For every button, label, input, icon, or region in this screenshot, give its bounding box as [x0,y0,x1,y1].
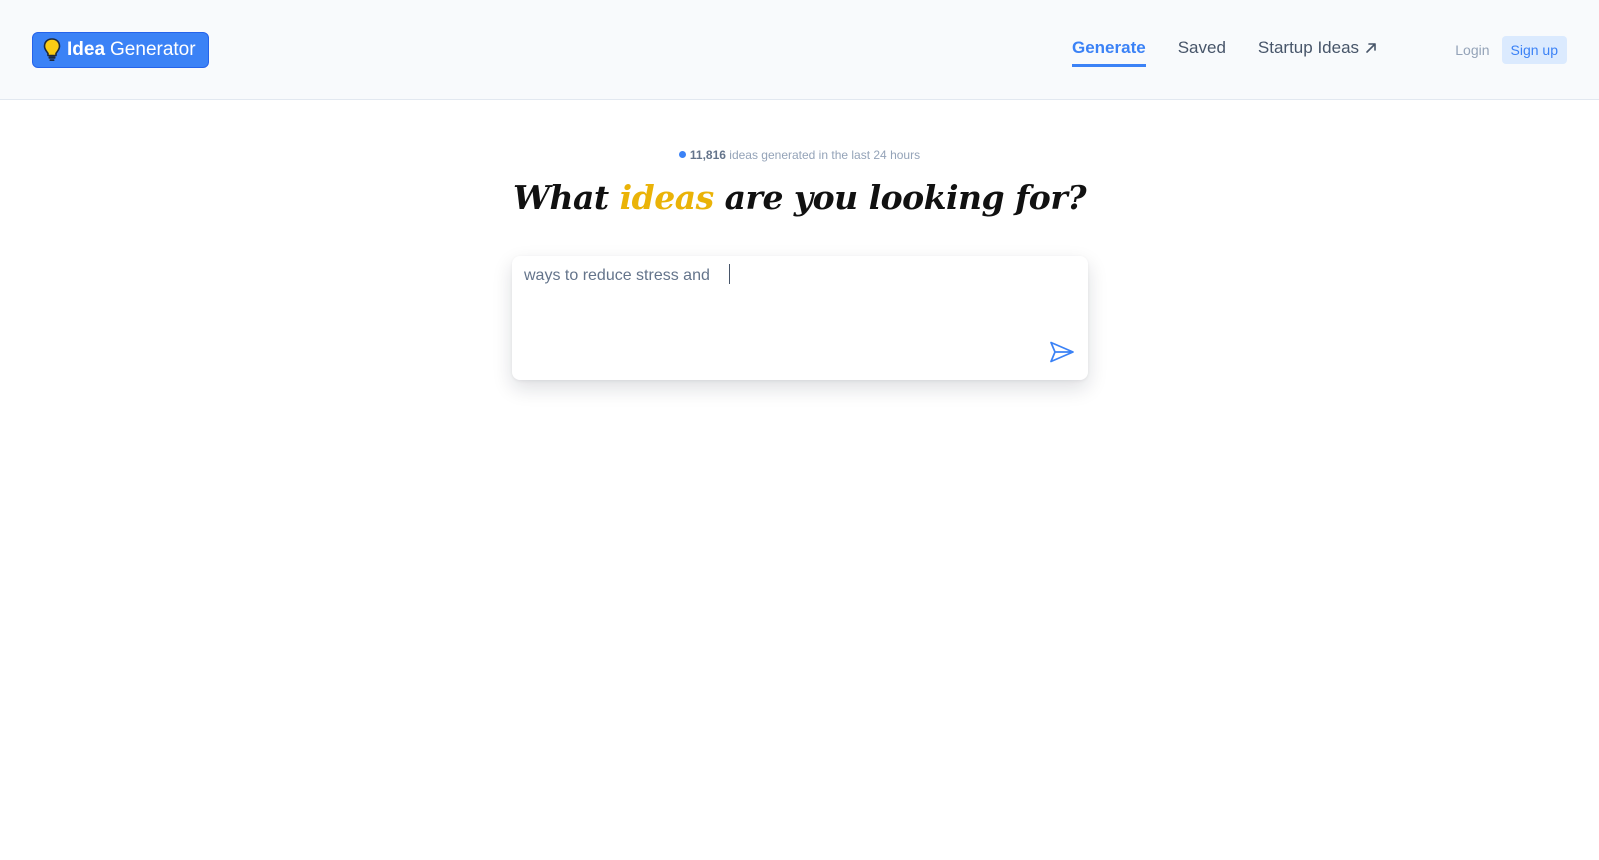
page-title: What ideas are you looking for? [0,178,1599,217]
logo-button[interactable]: Idea Generator [32,32,209,68]
title-part-2: are you looking for? [713,178,1087,217]
prompt-box: ways to reduce stress and [512,256,1088,380]
ideas-counter: 11,816 ideas generated in the last 24 ho… [0,148,1599,162]
lightbulb-icon [43,38,61,62]
nav-startup-ideas-label: Startup Ideas [1257,38,1360,57]
ideas-count-suffix: ideas generated in the last 24 hours [729,148,921,162]
send-icon [1049,340,1075,369]
logo-text: Generator [110,39,196,60]
nav-startup-ideas[interactable]: Startup Ideas [1258,36,1377,67]
title-part-1: What [512,178,620,217]
logo-text-bold: Idea [67,39,106,60]
title-accent: ideas [619,178,715,217]
nav-generate[interactable]: Generate [1072,36,1146,67]
live-dot-icon [678,151,686,158]
nav-generate-label: Generate [1072,38,1146,57]
nav-saved-label: Saved [1177,38,1226,57]
signup-button[interactable]: Sign up [1501,36,1567,64]
text-caret [729,264,730,284]
auth-links: Login Sign up [1453,36,1567,64]
idea-prompt-input[interactable]: ways to reduce stress and [524,264,1044,364]
send-button[interactable] [1048,340,1076,368]
external-arrow-icon [1365,42,1377,54]
login-button[interactable]: Login [1453,36,1491,64]
ideas-count: 11,816 [689,148,726,162]
nav-saved[interactable]: Saved [1178,36,1226,67]
header: Idea Generator Generate Saved Startup Id… [0,0,1599,100]
main-nav: Generate Saved Startup Ideas [1072,36,1377,67]
